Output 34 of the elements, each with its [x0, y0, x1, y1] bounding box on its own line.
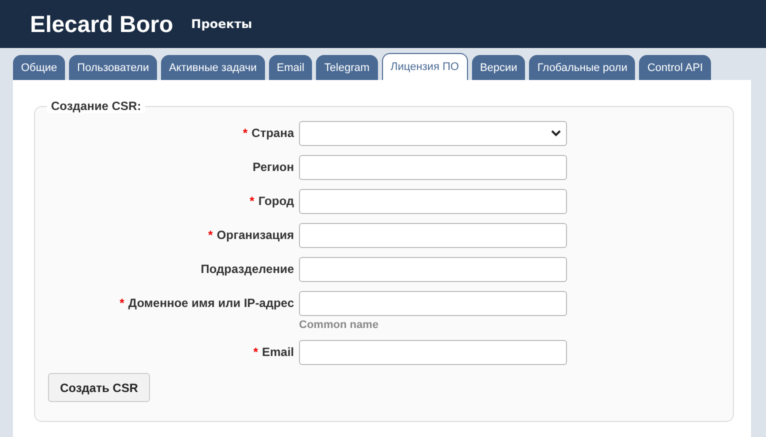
tab[interactable]: Общие — [13, 55, 66, 80]
tab[interactable]: Активные задачи — [160, 55, 265, 80]
field-hint: Common name — [299, 319, 380, 331]
field-label: Подразделение — [200, 262, 294, 276]
chevron-down-icon — [551, 130, 561, 137]
tab[interactable]: Control API — [639, 55, 711, 80]
field-label: Email — [262, 345, 294, 359]
tab[interactable]: Email — [268, 55, 312, 80]
field-label: Доменное имя или IP-адрес — [128, 296, 294, 310]
tab[interactable]: Telegram — [316, 55, 378, 80]
input-field[interactable] — [299, 223, 567, 248]
input-field[interactable] — [299, 257, 567, 282]
tab[interactable]: Версии — [472, 55, 526, 80]
required-mark: * — [253, 345, 258, 359]
tab[interactable]: Пользователи — [69, 55, 157, 80]
required-mark: * — [208, 228, 213, 242]
required-mark: * — [120, 296, 124, 310]
form-legend: Создание CSR: — [47, 99, 146, 113]
tab[interactable]: Глобальные роли — [529, 55, 636, 80]
input-field[interactable] — [299, 340, 567, 365]
required-mark: * — [250, 194, 254, 208]
required-mark: * — [242, 126, 248, 140]
input-field[interactable] — [299, 155, 567, 180]
field-label: Страна — [252, 126, 294, 140]
field-label: Город — [258, 194, 294, 208]
nav-link[interactable]: Проекты — [191, 17, 252, 31]
tab[interactable]: Лицензия ПО — [382, 53, 468, 80]
field-label: Организация — [216, 228, 294, 242]
brand-title: Elecard Boro — [30, 10, 174, 38]
input-field[interactable] — [299, 291, 567, 316]
create-csr-button[interactable]: Создать CSR — [48, 373, 150, 402]
country-select[interactable] — [299, 121, 567, 146]
field-label: Регион — [252, 160, 294, 174]
input-field[interactable] — [299, 189, 567, 214]
